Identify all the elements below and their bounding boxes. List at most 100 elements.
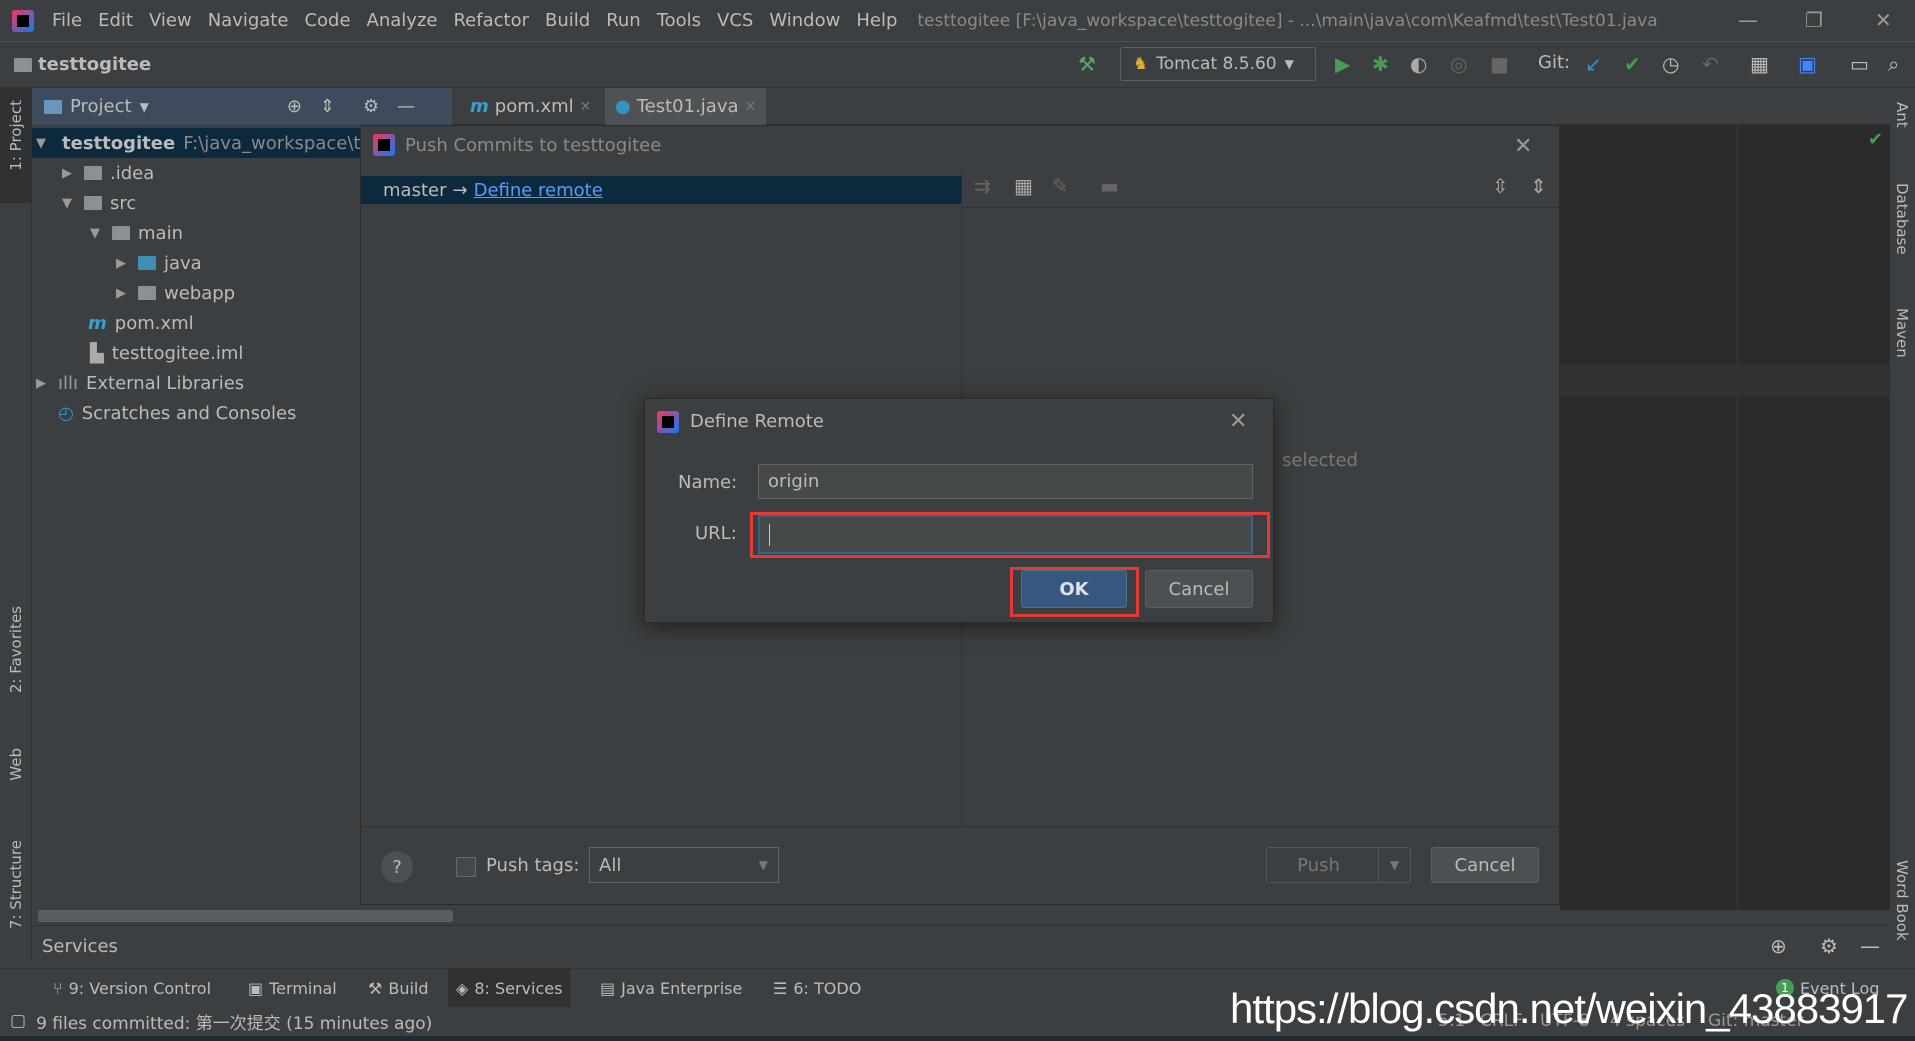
collapse-all-icon[interactable]: ⇕ xyxy=(1530,174,1547,198)
tree-item-external-libraries[interactable]: ▶ ıllı External Libraries xyxy=(36,368,244,398)
project-structure-icon[interactable]: ▦ xyxy=(1750,52,1769,76)
tree-item-src[interactable]: ▼ src xyxy=(62,188,136,218)
git-commit-icon[interactable]: ✔ xyxy=(1624,52,1641,76)
tool-web[interactable]: Web xyxy=(7,748,25,781)
cancel-button[interactable]: Cancel xyxy=(1145,570,1253,608)
editor-area[interactable]: ✔ xyxy=(1560,125,1890,910)
search-icon[interactable]: ⌕ xyxy=(1888,52,1899,76)
project-view-selector[interactable]: Project xyxy=(70,96,132,117)
tool-database[interactable]: Database xyxy=(1893,183,1911,255)
build-hammer-icon[interactable]: ⚒ xyxy=(1078,52,1096,76)
tags-select[interactable]: All ▼ xyxy=(589,847,779,883)
menu-navigate[interactable]: Navigate xyxy=(200,10,297,31)
name-field[interactable]: origin xyxy=(758,464,1253,499)
translate-icon[interactable]: ▣ xyxy=(1798,52,1817,76)
push-cancel-button[interactable]: Cancel xyxy=(1431,847,1539,883)
tree-item-iml[interactable]: ▙ testtogitee.iml xyxy=(90,338,243,368)
menu-analyze[interactable]: Analyze xyxy=(359,10,446,31)
menu-build[interactable]: Build xyxy=(537,10,598,31)
menu-view[interactable]: View xyxy=(141,10,200,31)
collapse-arrow-icon[interactable]: ▼ xyxy=(90,226,104,241)
stop-icon[interactable]: ■ xyxy=(1490,52,1509,76)
gear-icon[interactable]: ⚙ xyxy=(1820,934,1838,958)
profile-icon[interactable]: ◎ xyxy=(1450,52,1467,76)
tree-item-idea[interactable]: ▶ .idea xyxy=(62,158,154,188)
push-branch-row[interactable]: master → Define remote xyxy=(361,176,961,204)
tab-services[interactable]: ◈ 8: Services xyxy=(448,969,571,1007)
details-icon[interactable]: ▬ xyxy=(1100,174,1119,198)
expand-arrow-icon[interactable]: ▼ xyxy=(36,136,46,151)
push-button[interactable]: Push ▼ xyxy=(1266,847,1411,883)
collapse-arrow-icon[interactable]: ▼ xyxy=(62,196,76,211)
close-icon[interactable]: ✕ xyxy=(1514,134,1532,159)
debug-icon[interactable]: ✱ xyxy=(1372,52,1389,76)
tree-item-scratches[interactable]: ◴ Scratches and Consoles xyxy=(58,398,296,428)
define-remote-link[interactable]: Define remote xyxy=(474,180,603,201)
tree-item-java[interactable]: ▶ java xyxy=(116,248,202,278)
restore-button[interactable]: ❐ xyxy=(1805,8,1823,32)
history-icon[interactable]: ◷ xyxy=(1662,52,1679,76)
rollback-icon[interactable]: ↶ xyxy=(1702,52,1719,76)
tool-word-book[interactable]: Word Book xyxy=(1893,860,1911,941)
menu-code[interactable]: Code xyxy=(296,10,358,31)
git-update-icon[interactable]: ↙ xyxy=(1585,52,1602,76)
menu-vcs[interactable]: VCS xyxy=(709,10,761,31)
tree-item-main[interactable]: ▼ main xyxy=(90,218,183,248)
edit-icon[interactable]: ✎ xyxy=(1052,174,1069,198)
close-icon[interactable]: ✕ xyxy=(1229,409,1247,434)
status-message[interactable]: 9 files committed: 第一次提交 (15 minutes ago… xyxy=(36,1009,432,1034)
tree-item-root[interactable]: ▼ testtogitee F:\java_workspace\t xyxy=(32,128,360,158)
hide-icon[interactable]: — xyxy=(1860,934,1880,958)
menu-run[interactable]: Run xyxy=(598,10,649,31)
locate-icon[interactable]: ⊕ xyxy=(1770,934,1787,958)
tool-ant[interactable]: Ant xyxy=(1893,102,1911,128)
tool-project[interactable]: 1: Project xyxy=(7,100,25,171)
tab-terminal[interactable]: ▣ Terminal xyxy=(240,969,345,1007)
menu-edit[interactable]: Edit xyxy=(90,10,141,31)
group-by-icon[interactable]: ▦ xyxy=(1014,174,1033,198)
tab-build[interactable]: ⚒ Build xyxy=(360,969,437,1007)
coverage-icon[interactable]: ◐ xyxy=(1410,52,1427,76)
run-icon[interactable]: ▶ xyxy=(1335,52,1350,76)
menu-window[interactable]: Window xyxy=(761,10,848,31)
tree-item-pom[interactable]: m pom.xml xyxy=(88,308,194,338)
tool-favorites[interactable]: 2: Favorites xyxy=(7,606,25,693)
run-config-dropdown[interactable]: ♞ Tomcat 8.5.60 ▼ xyxy=(1120,47,1316,81)
folder-icon xyxy=(84,166,102,180)
expand-arrow-icon[interactable]: ▶ xyxy=(62,166,76,181)
expand-all-icon[interactable]: ⇳ xyxy=(1492,174,1509,198)
tool-maven[interactable]: Maven xyxy=(1893,308,1911,358)
tab-java-enterprise[interactable]: ▤ Java Enterprise xyxy=(592,969,750,1007)
close-tab-icon[interactable]: ✕ xyxy=(745,99,757,115)
inspection-ok-icon[interactable]: ✔ xyxy=(1868,129,1883,150)
tab-test01-java[interactable]: ● Test01.java ✕ xyxy=(605,88,767,125)
expand-arrow-icon[interactable]: ▶ xyxy=(116,256,130,271)
menu-refactor[interactable]: Refactor xyxy=(445,10,537,31)
locate-icon[interactable]: ⊕ xyxy=(287,96,302,117)
expand-arrow-icon[interactable]: ▶ xyxy=(36,376,50,391)
gear-icon[interactable]: ⚙ xyxy=(363,96,379,117)
menu-file[interactable]: File xyxy=(44,10,90,31)
chevron-down-icon[interactable]: ▼ xyxy=(140,100,149,114)
menu-help[interactable]: Help xyxy=(848,10,905,31)
menu-tools[interactable]: Tools xyxy=(649,10,709,31)
push-options-chevron-icon[interactable]: ▼ xyxy=(1378,848,1410,882)
cherry-pick-icon[interactable]: ⇉ xyxy=(974,174,991,198)
minimize-button[interactable]: — xyxy=(1738,8,1758,32)
status-toggle-icon[interactable]: ▢ xyxy=(10,1011,26,1031)
tab-version-control[interactable]: ⑂ 9: Version Control xyxy=(45,969,219,1007)
tool-structure[interactable]: 7: Structure xyxy=(7,840,25,929)
tab-todo[interactable]: ☰ 6: TODO xyxy=(765,969,869,1007)
horizontal-scrollbar[interactable] xyxy=(38,910,453,922)
close-tab-icon[interactable]: ✕ xyxy=(580,99,592,115)
hide-icon[interactable]: — xyxy=(397,96,415,117)
tab-pom-xml[interactable]: m pom.xml ✕ xyxy=(460,88,601,125)
nav-project[interactable]: testtogitee xyxy=(14,54,151,75)
help-button[interactable]: ? xyxy=(381,851,413,883)
close-window-button[interactable]: ✕ xyxy=(1875,8,1892,32)
push-tags-checkbox[interactable] xyxy=(456,857,476,877)
tree-item-webapp[interactable]: ▶ webapp xyxy=(116,278,235,308)
expand-arrow-icon[interactable]: ▶ xyxy=(116,286,130,301)
collapse-all-icon[interactable]: ⇕ xyxy=(320,96,335,117)
presentation-icon[interactable]: ▭ xyxy=(1850,52,1869,76)
